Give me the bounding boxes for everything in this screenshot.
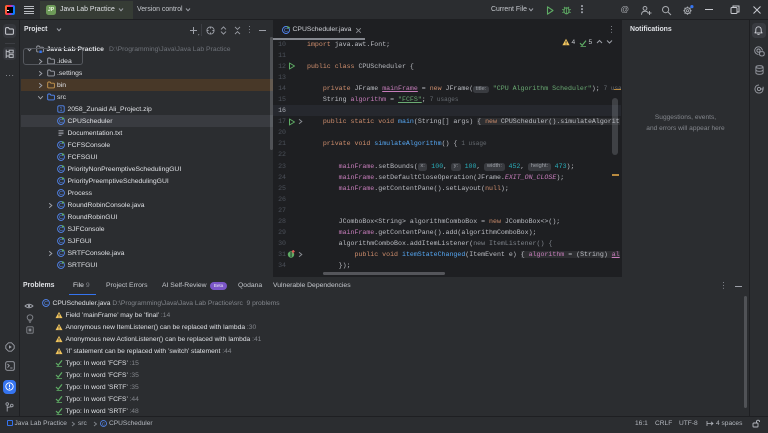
svg-text:C: C <box>59 179 63 185</box>
svg-text:C: C <box>59 191 63 197</box>
svg-text:C: C <box>102 421 106 427</box>
svg-text:C: C <box>59 215 63 221</box>
svg-text:C: C <box>44 301 48 307</box>
svg-text:C: C <box>59 251 63 257</box>
svg-text:1: 1 <box>60 107 63 113</box>
svg-text:C: C <box>59 263 63 269</box>
svg-text:C: C <box>284 28 288 34</box>
svg-text:C: C <box>59 239 63 245</box>
svg-text:C: C <box>59 227 63 233</box>
svg-text:C: C <box>59 155 63 161</box>
svg-text:C: C <box>59 119 63 125</box>
svg-text:C: C <box>59 203 63 209</box>
svg-text:C: C <box>59 143 63 149</box>
svg-text:C: C <box>59 167 63 173</box>
